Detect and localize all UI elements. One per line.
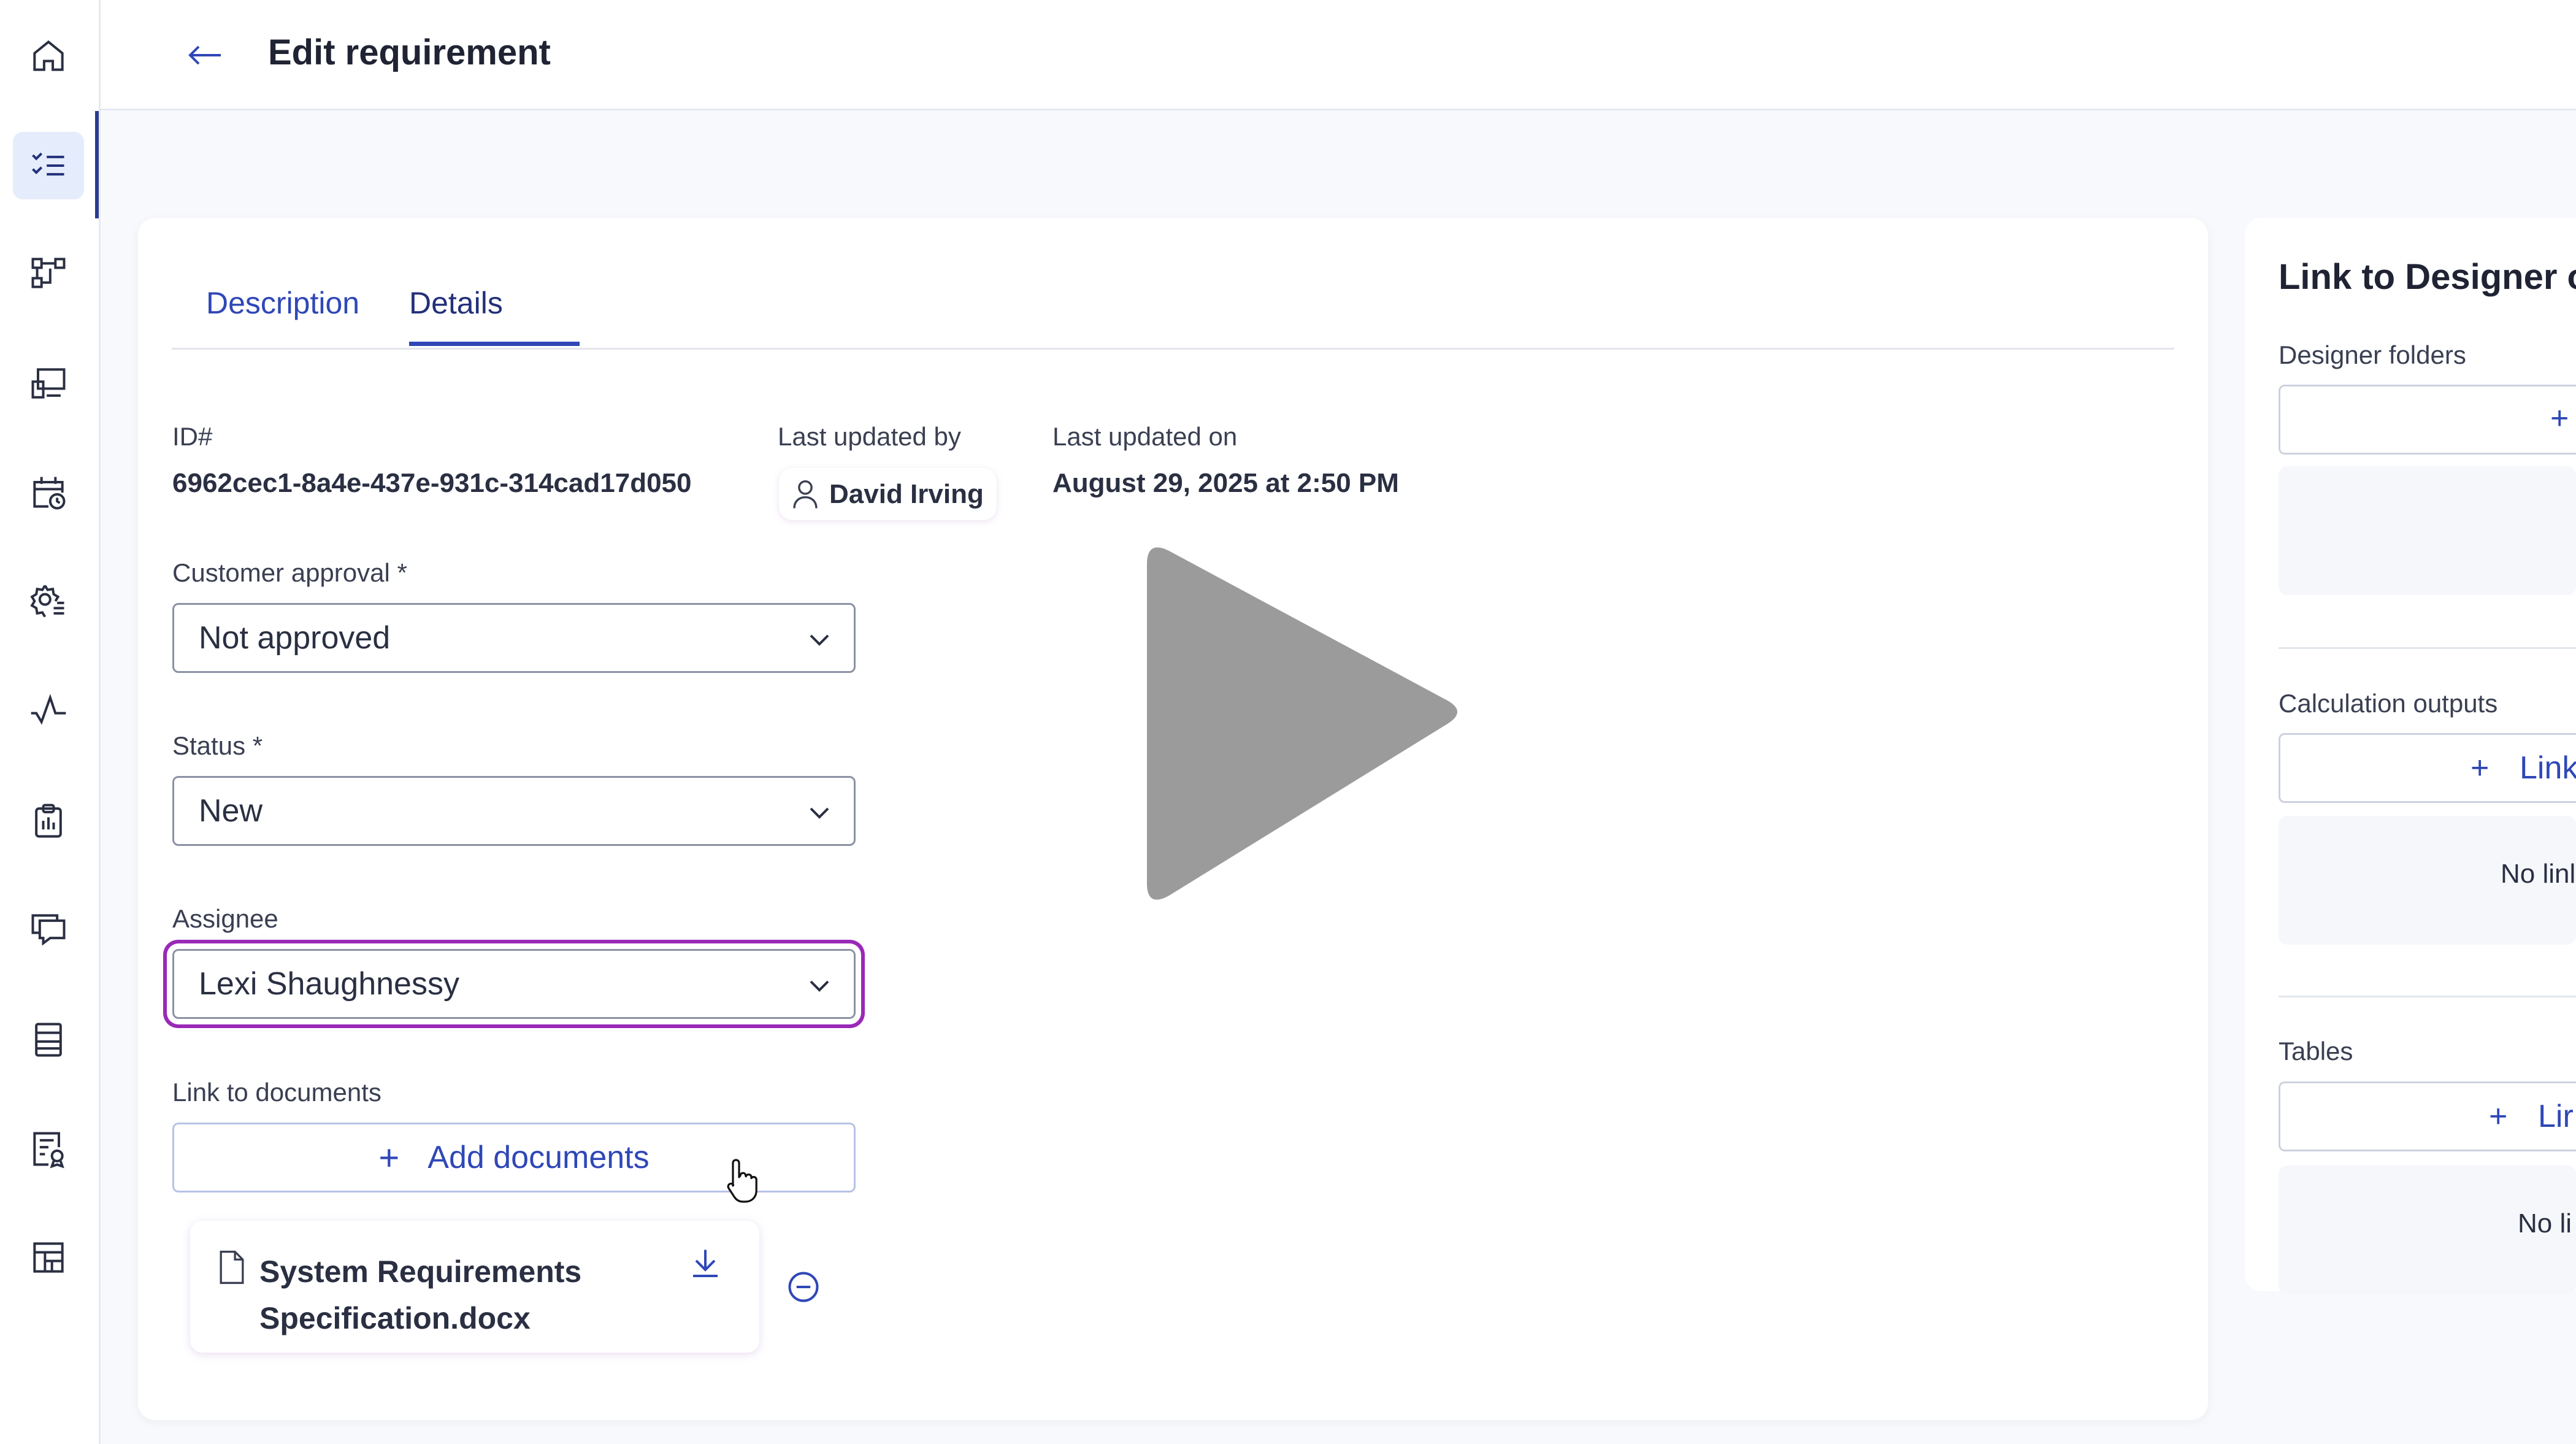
last-updated-by-value: David Irving [829,478,984,509]
page-title: Edit requirement [268,33,551,72]
chevron-down-icon [810,980,829,992]
workflow-icon [31,258,66,288]
left-nav-rail [0,0,101,1444]
customer-approval-value: Not approved [199,620,391,656]
file-icon [220,1250,244,1285]
nav-settings[interactable] [13,567,84,635]
calc-outputs-label: Calculation outputs [2279,689,2498,718]
nav-clipboard[interactable] [13,787,84,854]
arrow-left-icon [188,45,221,65]
nav-active-marker [95,111,99,218]
nav-schedule[interactable] [13,459,84,526]
dashboard-icon [33,1242,64,1273]
calc-outputs-empty: No linl [2501,859,2576,889]
tables-link-label: Lir [2538,1099,2574,1134]
nav-dashboard[interactable] [13,1224,84,1291]
play-icon[interactable] [1129,540,1472,908]
plus-icon: + [2471,750,2490,786]
download-icon[interactable] [687,1245,724,1282]
assignee-select[interactable]: Lexi Shaughnessy [172,949,856,1019]
assignee-value: Lexi Shaughnessy [199,966,459,1002]
plus-icon: + [378,1137,400,1178]
customer-approval-select[interactable]: Not approved [172,603,856,673]
tables-button[interactable]: + Lir [2279,1081,2576,1151]
id-label: ID# [172,422,213,451]
calc-outputs-button[interactable]: + Link [2279,733,2576,803]
nav-table[interactable] [13,1006,84,1073]
nav-activity[interactable] [13,676,84,743]
link-documents-label: Link to documents [172,1078,381,1107]
last-updated-by-label: Last updated by [778,422,961,451]
designer-folders-label: Designer folders [2279,340,2466,369]
designer-folders-button[interactable]: + [2279,385,2576,455]
nav-workflow[interactable] [13,239,84,307]
chevron-down-icon [810,634,829,646]
nav-reports[interactable] [13,1115,84,1183]
last-updated-on-label: Last updated on [1052,422,1238,451]
activity-icon [31,694,66,725]
nav-comments[interactable] [13,896,84,963]
comments-icon [31,914,66,946]
status-label: Status * [172,731,263,760]
nav-home[interactable] [13,22,84,90]
table-icon [35,1023,62,1057]
user-icon [793,480,818,509]
hand-cursor-icon [727,1159,757,1203]
nav-designer[interactable] [13,350,84,417]
calc-outputs-list: No linl [2279,816,2576,945]
status-select[interactable]: New [172,776,856,846]
tables-empty: No li [2518,1208,2572,1239]
back-button[interactable] [180,34,229,77]
document-name: System Requirements Specification.docx [259,1254,582,1335]
page-header: Edit requirement [101,0,2576,110]
plus-icon: + [2489,1099,2508,1134]
settings-list-icon [30,585,64,618]
status-value: New [199,793,263,829]
clipboard-icon [35,804,62,838]
customer-approval-label: Customer approval * [172,558,407,587]
tab-bar: Description Details [172,279,2174,350]
designer-folders-plus: + [2550,401,2569,436]
designer-folders-list [2279,466,2576,595]
add-documents-label: Add documents [427,1140,650,1175]
id-value: 6962cec1-8a4e-437e-931c-314cad17d050 [172,468,692,498]
calendar-clock-icon [33,477,66,510]
active-tab-indicator [409,342,580,346]
document-card: System Requirements Specification.docx [190,1221,759,1353]
nav-requirements[interactable] [13,132,84,199]
report-icon [33,1132,64,1169]
remove-document-icon[interactable] [785,1269,822,1305]
chevron-down-icon [810,807,829,819]
section-divider [2279,647,2576,649]
section-divider [2279,996,2576,997]
tab-description[interactable]: Description [206,279,359,347]
tab-details[interactable]: Details [409,279,503,347]
checklist-icon [32,152,64,176]
user-chip: David Irving [779,468,997,520]
tables-list: No li [2279,1166,2576,1294]
last-updated-on-value: August 29, 2025 at 2:50 PM [1052,468,1399,498]
designer-icon [31,368,66,399]
calc-outputs-link-label: Link [2520,750,2576,786]
assignee-label: Assignee [172,904,278,933]
tables-label: Tables [2279,1037,2353,1066]
home-icon [33,40,64,71]
link-designer-title: Link to Designer o [2279,257,2576,297]
